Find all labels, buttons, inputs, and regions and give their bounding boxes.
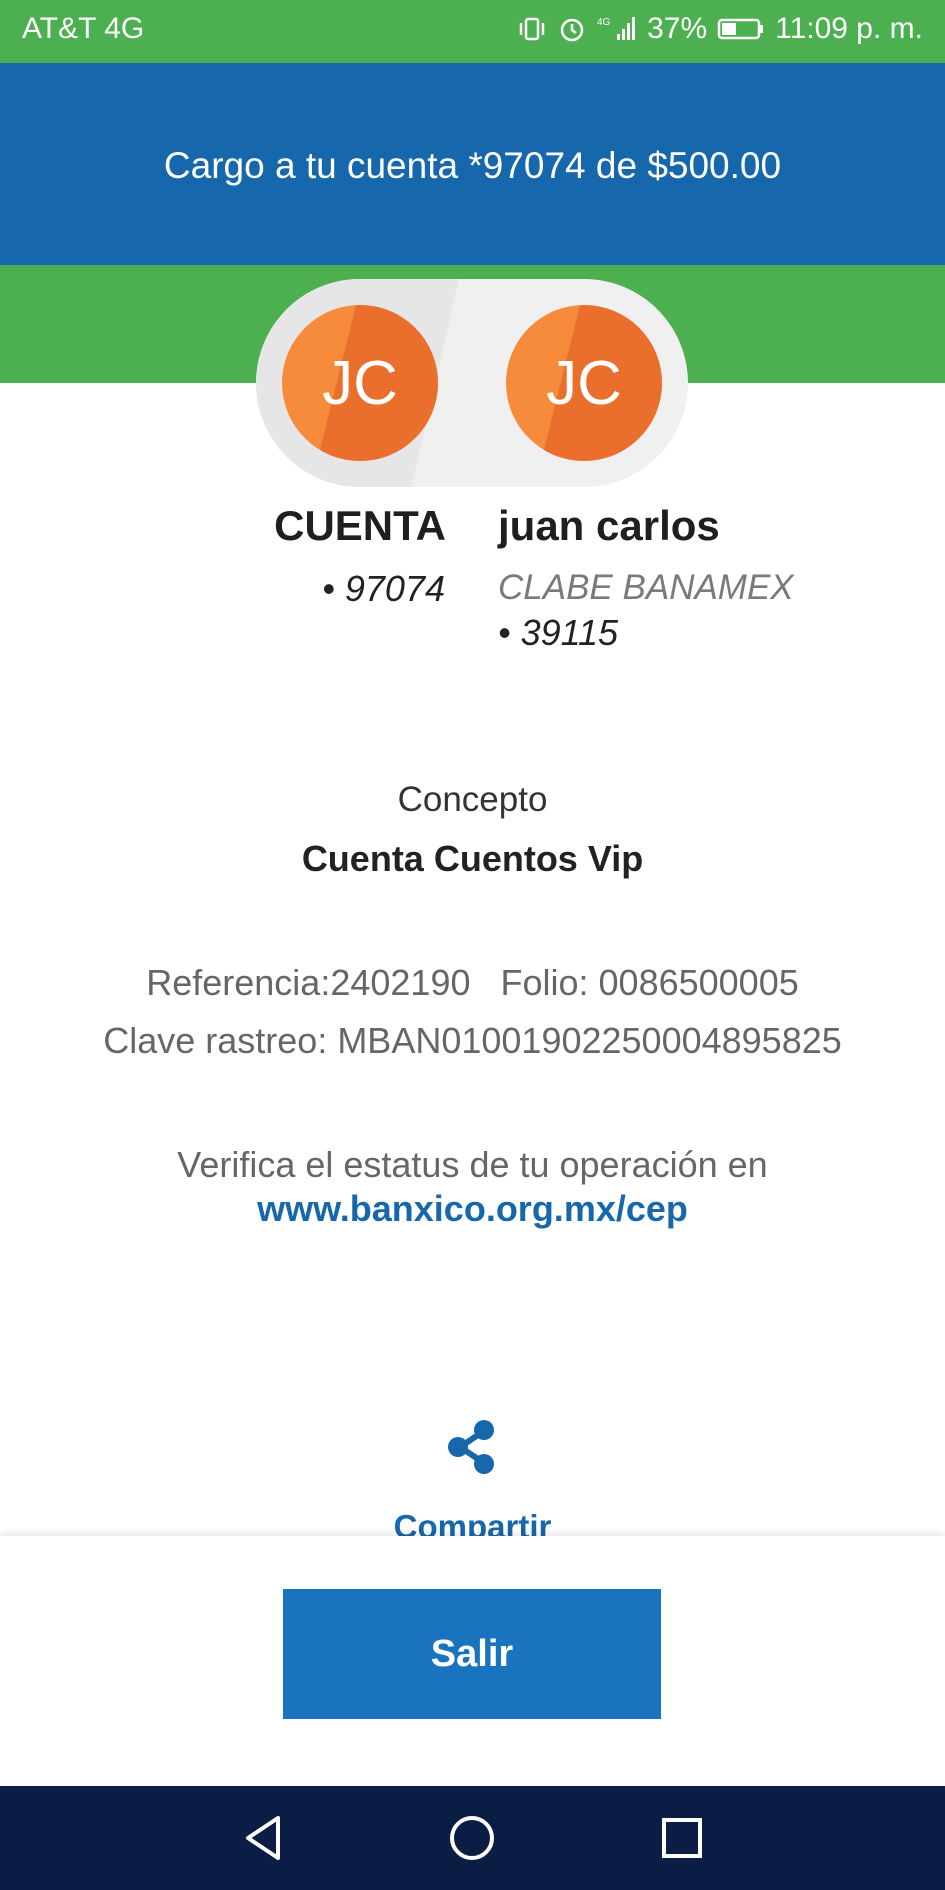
clock: 11:09 p. m. <box>775 12 923 45</box>
recents-icon[interactable] <box>654 1810 710 1866</box>
avatar-pill: JC JC <box>256 279 688 487</box>
signal-icon: 4G <box>597 17 636 40</box>
to-account-name: juan carlos <box>498 502 720 549</box>
banxico-link[interactable]: www.banxico.org.mx/cep <box>0 1188 945 1230</box>
navigation-bar <box>0 1786 945 1890</box>
page-title: Cargo a tu cuenta *97074 de $500.00 <box>163 145 782 186</box>
from-account-name: CUENTA <box>274 502 446 549</box>
share-icon[interactable] <box>440 1415 504 1479</box>
exit-button[interactable]: Salir <box>283 1589 661 1719</box>
status-bar: AT&T 4G 4G 37% 11:09 p. m. <box>0 0 945 63</box>
folio-number: Folio: 0086500005 <box>500 962 799 1003</box>
home-icon[interactable] <box>444 1810 500 1866</box>
reference-line: Referencia:2402190 Folio: 0086500005 <box>0 962 945 1004</box>
concept-label: Concepto <box>397 780 548 819</box>
battery-icon <box>717 18 764 40</box>
from-avatar: JC <box>282 305 438 461</box>
to-avatar-initials: JC <box>546 348 622 418</box>
vibrate-icon <box>519 17 545 41</box>
carrier-label: AT&T 4G <box>22 12 145 45</box>
reference-number: Referencia:2402190 <box>146 962 471 1003</box>
tracking-key: Clave rastreo: MBAN01001902250004895825 <box>103 1020 842 1061</box>
to-account-number: • 39115 <box>498 612 619 653</box>
verify-text: Verifica el estatus de tu operación en <box>177 1144 768 1185</box>
back-icon[interactable] <box>236 1810 292 1866</box>
status-icons: 4G 37% 11:09 p. m. <box>517 12 923 46</box>
share-label[interactable]: Compartir <box>0 1508 945 1536</box>
header: Cargo a tu cuenta *97074 de $500.00 <box>0 63 945 265</box>
alarm-icon <box>560 18 584 42</box>
svg-text:4G: 4G <box>597 17 611 28</box>
from-avatar-initials: JC <box>322 348 398 418</box>
from-account-number: • 97074 <box>322 568 445 609</box>
concept-value: Cuenta Cuentos Vip <box>301 838 644 879</box>
to-account-bank: CLABE BANAMEX <box>498 568 794 607</box>
battery-percent: 37% <box>647 12 708 45</box>
to-avatar: JC <box>506 305 662 461</box>
